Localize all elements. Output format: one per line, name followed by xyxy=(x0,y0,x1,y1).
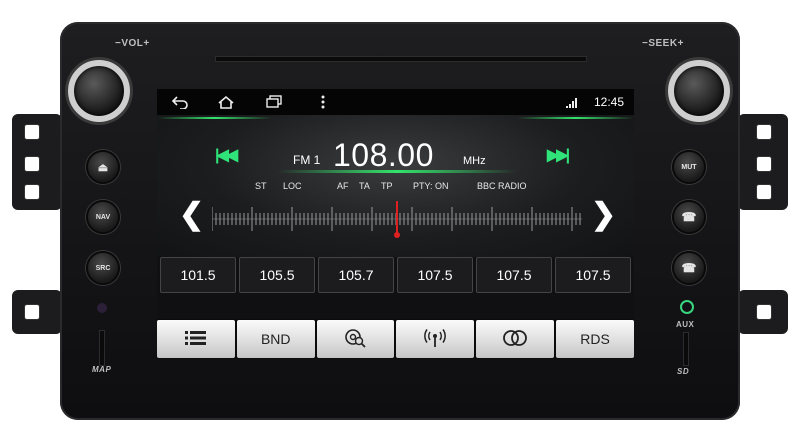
search-disc-icon xyxy=(344,328,368,351)
list-icon xyxy=(184,330,208,349)
stereo-icon xyxy=(502,329,528,350)
aux-label: AUX xyxy=(676,320,695,329)
radio-screen: 12:45 |◀◀ FM 1 108.00 MHz ▶▶| ST LOC AF … xyxy=(157,89,634,359)
green-accent-line xyxy=(517,117,634,119)
map-card-label: MAP xyxy=(92,365,112,374)
tune-down-arrow[interactable]: ❮ xyxy=(179,197,204,232)
volume-knob[interactable] xyxy=(68,60,130,122)
signal-button[interactable] xyxy=(396,320,475,358)
rds-button[interactable]: RDS xyxy=(556,320,634,358)
overflow-menu-icon[interactable] xyxy=(320,95,326,114)
volume-label: −VOL+ xyxy=(115,38,150,49)
antenna-icon xyxy=(423,328,447,351)
disc-slot[interactable] xyxy=(215,56,587,62)
flag-af: AF xyxy=(337,181,349,191)
mount-hole xyxy=(24,184,40,200)
mount-hole xyxy=(756,304,772,320)
recent-apps-icon[interactable] xyxy=(265,95,283,114)
preset-button-6[interactable]: 107.5 xyxy=(555,257,631,293)
preset-button-5[interactable]: 107.5 xyxy=(476,257,552,293)
mount-hole xyxy=(756,124,772,140)
frequency-readout: 108.00 xyxy=(333,137,434,173)
status-clock: 12:45 xyxy=(593,95,624,109)
signal-strength-icon xyxy=(565,96,579,114)
call-answer-button[interactable]: ☎ xyxy=(672,200,706,234)
flag-loc: LOC xyxy=(283,181,302,191)
tuner-display: |◀◀ FM 1 108.00 MHz ▶▶| ST LOC AF TA TP … xyxy=(157,115,634,257)
preset-row: 101.5 105.5 105.7 107.5 107.5 107.5 xyxy=(157,257,634,297)
mount-hole xyxy=(24,304,40,320)
mount-hole xyxy=(24,156,40,172)
sd-card-label: SD xyxy=(677,367,690,376)
source-button[interactable]: SRC xyxy=(86,251,120,285)
android-status-bar: 12:45 xyxy=(157,89,634,115)
flag-tp: TP xyxy=(381,181,393,191)
radio-toolbar: BND RDS xyxy=(157,319,634,359)
band-label: FM 1 xyxy=(293,153,321,167)
band-button[interactable]: BND xyxy=(236,320,315,358)
eject-button[interactable]: ⏏ xyxy=(86,150,120,184)
preset-button-2[interactable]: 105.5 xyxy=(239,257,315,293)
stereo-button[interactable] xyxy=(476,320,555,358)
aux-jack[interactable] xyxy=(680,300,694,314)
home-icon[interactable] xyxy=(217,95,235,114)
mount-hole xyxy=(24,124,40,140)
seek-label: −SEEK+ xyxy=(642,38,684,49)
map-card-slot[interactable] xyxy=(99,330,105,366)
flag-pty: PTY: ON xyxy=(413,181,449,191)
flag-ta: TA xyxy=(359,181,370,191)
preset-button-1[interactable]: 101.5 xyxy=(160,257,236,293)
seek-knob[interactable] xyxy=(668,60,730,122)
mount-hole xyxy=(756,156,772,172)
sd-card-slot[interactable] xyxy=(683,332,689,366)
back-icon[interactable] xyxy=(171,95,189,114)
flag-station-name: BBC RADIO xyxy=(477,181,527,191)
flag-st: ST xyxy=(255,181,267,191)
frequency-unit: MHz xyxy=(463,155,486,167)
seek-forward-icon[interactable]: ▶▶| xyxy=(547,145,570,165)
green-accent-line xyxy=(157,117,272,119)
scan-button[interactable] xyxy=(316,320,395,358)
call-end-button[interactable]: ☎ xyxy=(672,251,706,285)
preset-button-4[interactable]: 107.5 xyxy=(397,257,473,293)
nav-button[interactable]: NAV xyxy=(86,200,120,234)
tune-up-arrow[interactable]: ❯ xyxy=(591,197,616,232)
list-button[interactable] xyxy=(157,320,235,358)
tuner-scale[interactable] xyxy=(212,199,582,239)
mount-hole xyxy=(756,184,772,200)
seek-back-icon[interactable]: |◀◀ xyxy=(215,145,238,165)
mute-button[interactable]: MUT xyxy=(672,150,706,184)
status-led xyxy=(97,303,107,313)
preset-button-3[interactable]: 105.7 xyxy=(318,257,394,293)
